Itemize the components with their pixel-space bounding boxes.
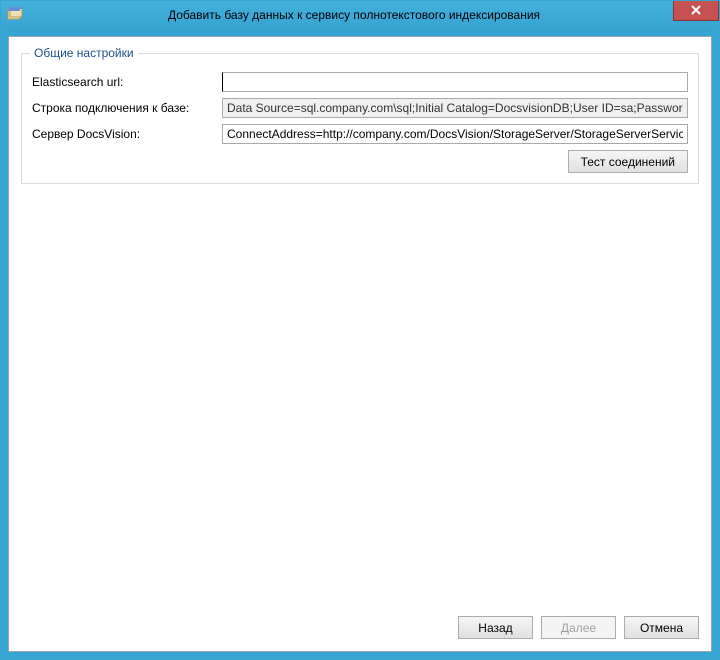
docsvision-server-label: Сервер DocsVision: [32,127,222,141]
window-body: Общие настройки Elasticsearch url: Строк… [1,29,719,659]
docsvision-server-input[interactable] [222,124,688,144]
cancel-button[interactable]: Отмена [624,616,699,639]
wizard-footer: Назад Далее Отмена [21,608,699,641]
titlebar[interactable]: Добавить базу данных к сервису полнотекс… [1,1,719,29]
next-button[interactable]: Далее [541,616,616,639]
test-button-row: Тест соединений [32,150,688,173]
back-button[interactable]: Назад [458,616,533,639]
dialog-window: Добавить базу данных к сервису полнотекс… [0,0,720,660]
content-panel: Общие настройки Elasticsearch url: Строк… [8,36,712,652]
app-icon [7,7,23,23]
docsvision-server-row: Сервер DocsVision: [32,124,688,144]
window-title: Добавить базу данных к сервису полнотекс… [29,8,719,22]
connection-string-input[interactable] [222,98,688,118]
content-spacer [21,184,699,608]
general-settings-group: Общие настройки Elasticsearch url: Строк… [21,53,699,184]
elasticsearch-input[interactable] [222,72,688,92]
connection-string-label: Строка подключения к базе: [32,101,222,115]
elasticsearch-label: Elasticsearch url: [32,75,222,89]
elasticsearch-row: Elasticsearch url: [32,72,688,92]
test-connections-button[interactable]: Тест соединений [568,150,688,173]
group-legend: Общие настройки [30,46,138,60]
close-button[interactable] [673,1,719,21]
connection-string-row: Строка подключения к базе: [32,98,688,118]
close-icon [691,4,701,18]
